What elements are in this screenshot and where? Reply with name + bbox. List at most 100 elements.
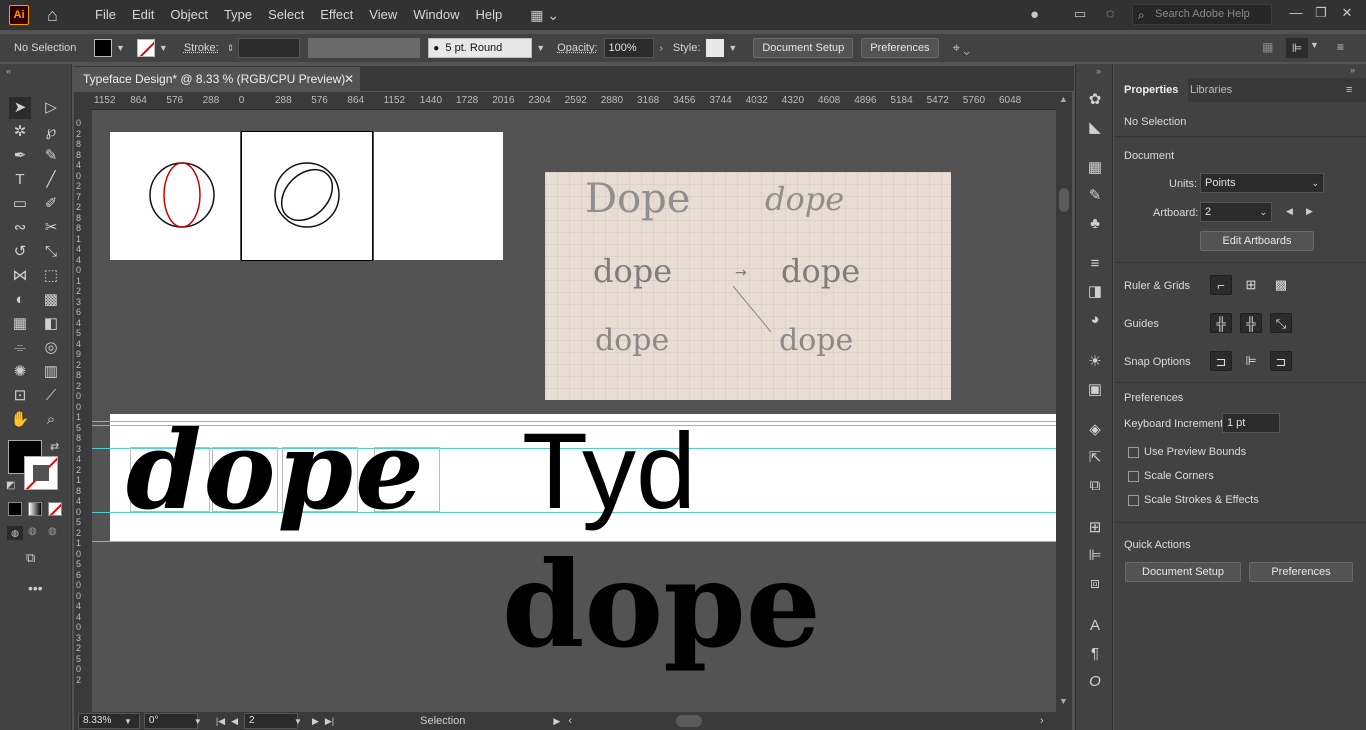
ruler-origin[interactable] [74, 92, 92, 110]
collapse-icon[interactable]: « [6, 66, 11, 76]
menu-effect[interactable]: Effect [312, 0, 361, 30]
eyedropper-icon[interactable]: ⌯ [9, 337, 31, 359]
scroll-right-icon[interactable]: › [1040, 715, 1044, 727]
chevron-down-icon[interactable]: ▼ [1310, 40, 1319, 50]
symbols-icon[interactable]: ♣ [1085, 214, 1105, 234]
rotate-tool-icon[interactable]: ↺ [9, 241, 31, 263]
tab-libraries[interactable]: Libraries [1180, 78, 1242, 102]
scale-corners-checkbox[interactable]: Scale Corners [1128, 470, 1214, 482]
transparency-grid-icon[interactable]: ▩ [1270, 275, 1292, 295]
shaper-tool-icon[interactable]: ∾ [9, 217, 31, 239]
symbol-sprayer-icon[interactable]: ✺ [9, 361, 31, 383]
user-icon[interactable]: ● [1030, 6, 1039, 23]
brushes-icon[interactable]: ✎ [1085, 186, 1105, 206]
swap-colors-icon[interactable]: ⇄ [50, 440, 59, 453]
last-artboard-icon[interactable]: ▶| [325, 716, 334, 727]
stroke-color-swatch[interactable] [24, 456, 58, 490]
chevron-down-icon[interactable]: ▼ [194, 717, 202, 726]
graphic-style-swatch[interactable] [706, 39, 725, 57]
menu-select[interactable]: Select [260, 0, 312, 30]
curvature-tool-icon[interactable]: ✎ [40, 145, 62, 167]
menu-object[interactable]: Object [162, 0, 216, 30]
live-paint-icon[interactable]: ▩ [40, 289, 62, 311]
more-tools-icon[interactable]: ••• [28, 580, 43, 596]
draw-inside-icon[interactable]: ◍ [48, 526, 57, 537]
pen-tool-icon[interactable]: ✒ [9, 145, 31, 167]
slice-tool-icon[interactable]: ⟋ [40, 385, 62, 407]
close-tab-icon[interactable]: ✕ [344, 67, 354, 91]
column-graph-icon[interactable]: ▥ [40, 361, 62, 383]
grid-icon[interactable]: ⊞ [1240, 275, 1262, 295]
chevron-down-icon[interactable]: ▼ [124, 717, 132, 726]
artboard-2[interactable] [241, 131, 373, 261]
vertical-ruler[interactable]: 0288402728814401236454928200158342184052… [74, 110, 92, 712]
chevron-down-icon[interactable]: ▼ [159, 43, 168, 53]
layers-icon[interactable]: ◈ [1085, 420, 1105, 440]
collapse-panel-icon[interactable]: » [1350, 65, 1355, 75]
shape-builder-icon[interactable]: ◐ [9, 289, 31, 311]
chevron-right-icon[interactable]: › [660, 43, 663, 54]
graphic-styles-icon[interactable]: ▣ [1085, 380, 1105, 400]
scroll-up-icon[interactable]: ▲ [1059, 94, 1068, 104]
menu-view[interactable]: View [361, 0, 405, 30]
gradient-tool-icon[interactable]: ◧ [40, 313, 62, 335]
direct-selection-tool-icon[interactable]: ▷ [40, 97, 62, 119]
scale-tool-icon[interactable]: ⤡ [40, 241, 62, 263]
snap-to-point-icon[interactable]: ⊐ [1210, 351, 1232, 371]
opacity-label[interactable]: Opacity: [557, 42, 597, 54]
next-artboard-icon[interactable]: ▶ [312, 716, 319, 727]
none-mode-icon[interactable] [48, 502, 62, 516]
document-tab[interactable]: Typeface Design* @ 8.33 % (RGB/CPU Previ… [74, 67, 360, 91]
artboard-1[interactable] [110, 132, 240, 260]
workspace-switcher-icon[interactable]: ▦ ⌄ [530, 7, 559, 24]
menu-edit[interactable]: Edit [124, 0, 162, 30]
brush-definition[interactable]: ● 5 pt. Round [428, 38, 533, 58]
align-icon[interactable]: ⊫ [1085, 546, 1105, 566]
minimize-icon[interactable]: — [1285, 3, 1307, 23]
paragraph-icon[interactable]: ¶ [1085, 644, 1105, 664]
stroke-icon[interactable]: ≡ [1085, 254, 1105, 274]
stroke-stepper-icon[interactable]: ⇕ [227, 43, 235, 54]
lightbulb-icon[interactable]: ◌ [1106, 5, 1114, 21]
artboard-number-field[interactable]: 2 [244, 713, 299, 729]
edit-artboards-button[interactable]: Edit Artboards [1200, 231, 1314, 251]
scroll-down-icon[interactable]: ▼ [1059, 696, 1068, 706]
document-setup-button[interactable]: Document Setup [753, 38, 854, 58]
glyph-set-dope[interactable]: dope [126, 396, 426, 546]
restore-icon[interactable]: ❐ [1310, 3, 1332, 23]
lock-guides-icon[interactable]: ╬ [1240, 313, 1262, 333]
transform-icon[interactable]: ⊞ [1085, 518, 1105, 538]
use-preview-bounds-checkbox[interactable]: Use Preview Bounds [1128, 446, 1246, 458]
dope-sample-text[interactable]: dope [502, 530, 821, 680]
artboards-icon[interactable]: ⧉ [1085, 476, 1105, 496]
previous-artboard-icon[interactable]: ◀ [231, 716, 238, 727]
chevron-down-icon[interactable]: ▼ [294, 717, 302, 726]
expand-icon[interactable]: » [1096, 66, 1101, 76]
menu-type[interactable]: Type [216, 0, 260, 30]
hand-tool-icon[interactable]: ✋ [9, 409, 31, 431]
units-dropdown[interactable]: Points ⌄ [1200, 173, 1324, 193]
export-icon[interactable]: ⇱ [1085, 448, 1105, 468]
rectangle-tool-icon[interactable]: ▭ [9, 193, 31, 215]
rotation-field[interactable]: 0° [143, 713, 198, 729]
pathfinder-icon[interactable]: ⧈ [1085, 574, 1105, 594]
screen-mode-icon[interactable]: ⧉ [26, 550, 35, 566]
horizontal-scroll-thumb[interactable] [676, 715, 702, 727]
smart-guides-icon[interactable]: ⤡ [1270, 313, 1292, 333]
character-icon[interactable]: A [1085, 616, 1105, 636]
artboard-tool-icon[interactable]: ⊡ [9, 385, 31, 407]
ruler-icon[interactable]: ⌐ [1210, 275, 1232, 295]
menu-help[interactable]: Help [467, 0, 510, 30]
scale-strokes-checkbox[interactable]: Scale Strokes & Effects [1128, 494, 1259, 506]
type-tool-icon[interactable]: T [9, 169, 31, 191]
draw-normal-icon[interactable]: ◍ [7, 526, 23, 540]
opacity-field[interactable]: 100% [603, 38, 654, 58]
show-guides-icon[interactable]: ╬ [1210, 313, 1232, 333]
align-icon[interactable]: ⊫ [1286, 38, 1308, 58]
search-input[interactable]: ⌕ Search Adobe Help [1132, 4, 1272, 25]
draw-behind-icon[interactable]: ◍ [28, 526, 37, 537]
vertical-scrollbar[interactable]: ▲ ▼ [1056, 92, 1072, 712]
glyph-set-tyd[interactable]: Tyd [522, 396, 696, 546]
home-icon[interactable]: ⌂ [47, 6, 65, 24]
swatches-icon[interactable]: ▦ [1085, 158, 1105, 178]
